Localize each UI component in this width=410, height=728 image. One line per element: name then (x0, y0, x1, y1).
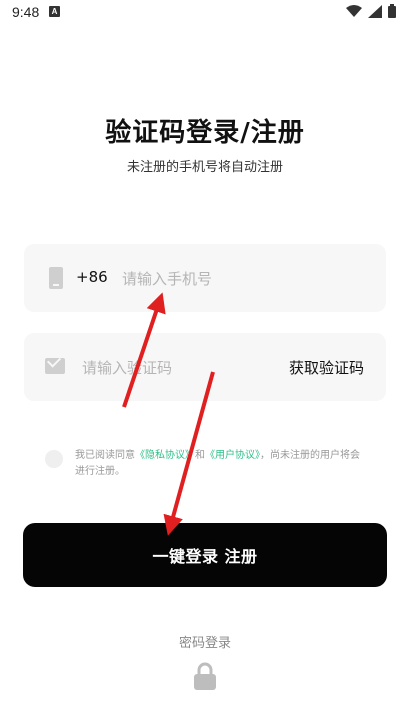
notification-badge-icon: A (49, 6, 60, 17)
login-register-button[interactable]: 一键登录 注册 (23, 523, 387, 587)
page-title: 验证码登录/注册 (105, 118, 305, 148)
agree-checkbox[interactable] (45, 450, 63, 468)
page-subtitle: 未注册的手机号将自动注册 (126, 160, 283, 175)
agreement-text: 我已阅读同意《隐私协议》和《用户协议》，尚未注册的用户将会进行注册。 (75, 448, 365, 480)
status-bar: 9:48 A (0, 0, 410, 26)
country-code[interactable]: +86 (76, 268, 108, 286)
code-input[interactable] (80, 353, 264, 383)
agreement-prefix: 我已阅读同意 (75, 450, 135, 461)
phone-input[interactable] (120, 264, 364, 294)
phone-icon (49, 267, 63, 289)
code-field[interactable]: 获取验证码 (24, 333, 386, 401)
agreement-and: 和 (195, 450, 205, 461)
status-time: 9:48 (12, 4, 40, 20)
signal-icon (368, 4, 382, 18)
status-icons (346, 4, 396, 18)
get-code-button[interactable]: 获取验证码 (289, 357, 364, 378)
lock-icon[interactable] (193, 662, 217, 690)
privacy-link[interactable]: 《隐私协议》 (135, 450, 195, 461)
phone-field[interactable]: +86 (24, 244, 386, 312)
wifi-icon (346, 4, 362, 17)
user-agreement-link[interactable]: 《用户协议》 (205, 450, 260, 461)
mail-icon (45, 358, 65, 374)
battery-icon (388, 4, 396, 18)
password-login-link[interactable]: 密码登录 (0, 631, 410, 652)
